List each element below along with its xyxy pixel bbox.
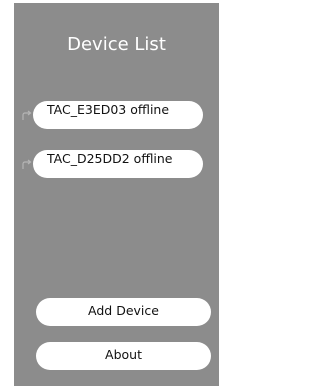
device-item-label[interactable]: TAC_E3ED03 offline <box>33 101 203 129</box>
page-title: Device List <box>67 34 166 55</box>
share-icon <box>20 107 34 121</box>
device-list-item-1[interactable]: TAC_E3ED03 offline <box>20 101 203 131</box>
share-icon <box>20 156 34 170</box>
add-device-button[interactable]: Add Device <box>36 298 211 326</box>
device-list-panel: Device List <box>14 3 219 386</box>
device-item-label[interactable]: TAC_D25DD2 offline <box>33 150 203 178</box>
device-list-item-2[interactable]: TAC_D25DD2 offline <box>20 150 203 180</box>
about-button[interactable]: About <box>36 342 211 370</box>
